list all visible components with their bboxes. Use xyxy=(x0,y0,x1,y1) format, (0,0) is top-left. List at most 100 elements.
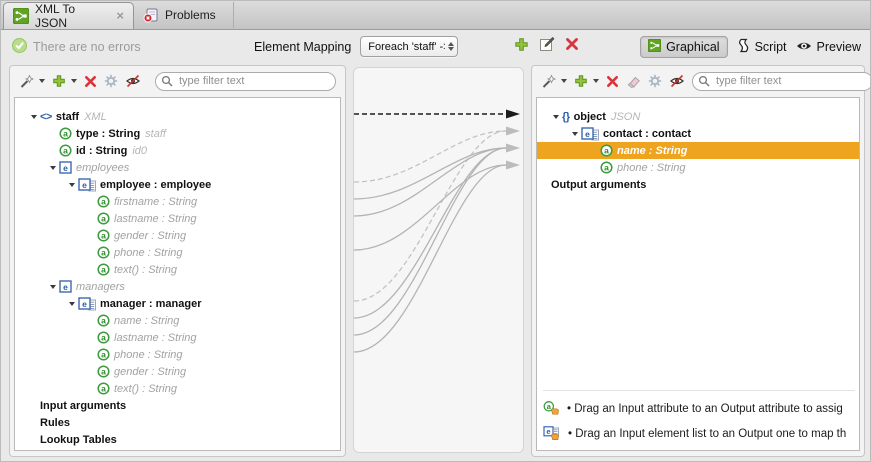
tree-node-label: phone : String xyxy=(114,247,183,259)
tree-node-label: phone : String xyxy=(617,162,686,174)
tree-row[interactable]: atext() : String xyxy=(15,380,340,397)
tree-row[interactable]: e contact : contact xyxy=(537,125,859,142)
tree-node-label: contact : contact xyxy=(603,128,691,140)
expander-arrow-icon[interactable] xyxy=(46,284,59,289)
tree-row[interactable]: aname : String xyxy=(537,142,859,159)
svg-text:a: a xyxy=(101,333,106,343)
mapping-line[interactable] xyxy=(354,131,506,182)
svg-text:a: a xyxy=(101,214,106,224)
preview-view-button[interactable]: Preview xyxy=(796,40,861,55)
tree-node-label: phone : String xyxy=(114,349,183,361)
mapping-line[interactable] xyxy=(354,148,506,199)
svg-text:a: a xyxy=(101,265,106,275)
mapping-line[interactable] xyxy=(354,148,506,318)
tree-row[interactable]: a phone : String xyxy=(537,159,859,176)
properties-gear-icon[interactable] xyxy=(104,74,118,88)
svg-text:a: a xyxy=(101,316,106,326)
element-list-icon: e xyxy=(581,127,599,141)
tab-xml-to-json[interactable]: XML To JSON × xyxy=(3,2,134,29)
tab-problems[interactable]: Problems xyxy=(134,2,234,28)
tab-label: XML To JSON xyxy=(35,2,104,30)
eraser-icon[interactable] xyxy=(626,74,641,88)
attribute-icon: a xyxy=(59,127,72,140)
section-row[interactable]: Output arguments xyxy=(537,176,859,193)
graphical-icon xyxy=(648,39,661,55)
tree-row[interactable]: afirstname : String xyxy=(15,193,340,210)
tree-row[interactable]: aid : Stringid0 xyxy=(15,142,340,159)
tree-row[interactable]: aphone : String xyxy=(15,346,340,363)
tree-row[interactable]: {}objectJSON xyxy=(537,108,859,125)
expander-arrow-icon[interactable] xyxy=(65,301,78,306)
expander-arrow-icon[interactable] xyxy=(568,131,581,136)
tree-row[interactable]: emanagers xyxy=(15,278,340,295)
add-node-button[interactable] xyxy=(574,74,588,88)
output-filter-field[interactable] xyxy=(692,72,871,91)
tree-row[interactable]: alastname : String xyxy=(15,210,340,227)
svg-text:a: a xyxy=(63,146,68,156)
auto-map-wand-icon[interactable] xyxy=(541,74,556,89)
add-mapping-button[interactable] xyxy=(514,37,529,57)
mapping-icon xyxy=(13,8,29,24)
json-object-icon: {} xyxy=(562,111,570,123)
add-dropdown-caret[interactable] xyxy=(593,79,599,83)
hide-unmapped-eye-icon[interactable] xyxy=(125,74,141,88)
close-icon[interactable]: × xyxy=(116,11,124,21)
graphical-view-button[interactable]: Graphical xyxy=(640,36,728,58)
attribute-icon: a xyxy=(97,365,110,378)
svg-text:a: a xyxy=(604,163,609,173)
section-row[interactable]: Lookup Tables xyxy=(15,431,340,448)
script-view-button[interactable]: Script xyxy=(737,38,787,56)
delete-node-button[interactable] xyxy=(84,75,97,88)
section-label: Lookup Tables xyxy=(40,434,117,446)
edit-mapping-button[interactable] xyxy=(539,36,555,57)
wand-dropdown-caret[interactable] xyxy=(561,79,567,83)
element-mapping-group: Element Mapping Foreach 'staff' -> 'o xyxy=(254,36,579,57)
expander-arrow-icon[interactable] xyxy=(46,165,59,170)
tree-row[interactable]: eemployee : employee xyxy=(15,176,340,193)
expander-arrow-icon[interactable] xyxy=(27,114,40,119)
section-row[interactable]: Rules xyxy=(15,414,340,431)
tree-row[interactable]: eemployees xyxy=(15,159,340,176)
attribute-icon: a xyxy=(97,382,110,395)
tree-row[interactable]: alastname : String xyxy=(15,329,340,346)
tree-row[interactable]: a text() : String xyxy=(15,261,340,278)
svg-text:e: e xyxy=(63,282,68,292)
tree-row[interactable]: agender : String xyxy=(15,363,340,380)
mapping-line[interactable] xyxy=(354,165,506,352)
mapping-select[interactable]: Foreach 'staff' -> 'o xyxy=(360,36,458,57)
mapping-canvas[interactable] xyxy=(353,67,524,453)
properties-gear-icon[interactable] xyxy=(648,74,662,88)
delete-mapping-button[interactable] xyxy=(565,37,579,56)
hide-unmapped-eye-icon[interactable] xyxy=(669,74,685,88)
auto-map-wand-icon[interactable] xyxy=(19,74,34,89)
expander-arrow-icon[interactable] xyxy=(65,182,78,187)
tree-node-label: text() : String xyxy=(114,264,177,276)
problems-icon xyxy=(143,7,159,23)
input-filter-field[interactable] xyxy=(155,72,336,91)
add-dropdown-caret[interactable] xyxy=(71,79,77,83)
section-row[interactable]: Input arguments xyxy=(15,397,340,414)
tree-row[interactable]: <>staffXML xyxy=(15,108,340,125)
tree-row[interactable]: emanager : manager xyxy=(15,295,340,312)
hint-row: a• Drag an Input attribute to an Output … xyxy=(543,396,855,421)
wand-dropdown-caret[interactable] xyxy=(39,79,45,83)
mapping-line[interactable] xyxy=(354,165,506,250)
tree-row[interactable]: agender : String xyxy=(15,227,340,244)
delete-node-button[interactable] xyxy=(606,75,619,88)
tree-row[interactable]: aphone : String xyxy=(15,244,340,261)
tree-row[interactable]: a name : String xyxy=(15,312,340,329)
attribute-drag-icon: a xyxy=(543,401,560,417)
script-icon xyxy=(737,38,750,56)
tree-node-suffix: staff xyxy=(145,128,166,140)
svg-text:e: e xyxy=(546,426,550,435)
add-node-button[interactable] xyxy=(52,74,66,88)
expander-arrow-icon[interactable] xyxy=(549,114,562,119)
hint-area: a• Drag an Input attribute to an Output … xyxy=(543,390,855,446)
tab-label: Problems xyxy=(165,8,216,22)
preview-eye-icon xyxy=(796,40,812,55)
mapping-line[interactable] xyxy=(354,131,506,301)
tree-node-label: name : String xyxy=(114,315,179,327)
view-switch-group: Graphical Script Preview xyxy=(640,36,861,58)
tree-row[interactable]: atype : Stringstaff xyxy=(15,125,340,142)
attribute-icon: a xyxy=(59,144,72,157)
